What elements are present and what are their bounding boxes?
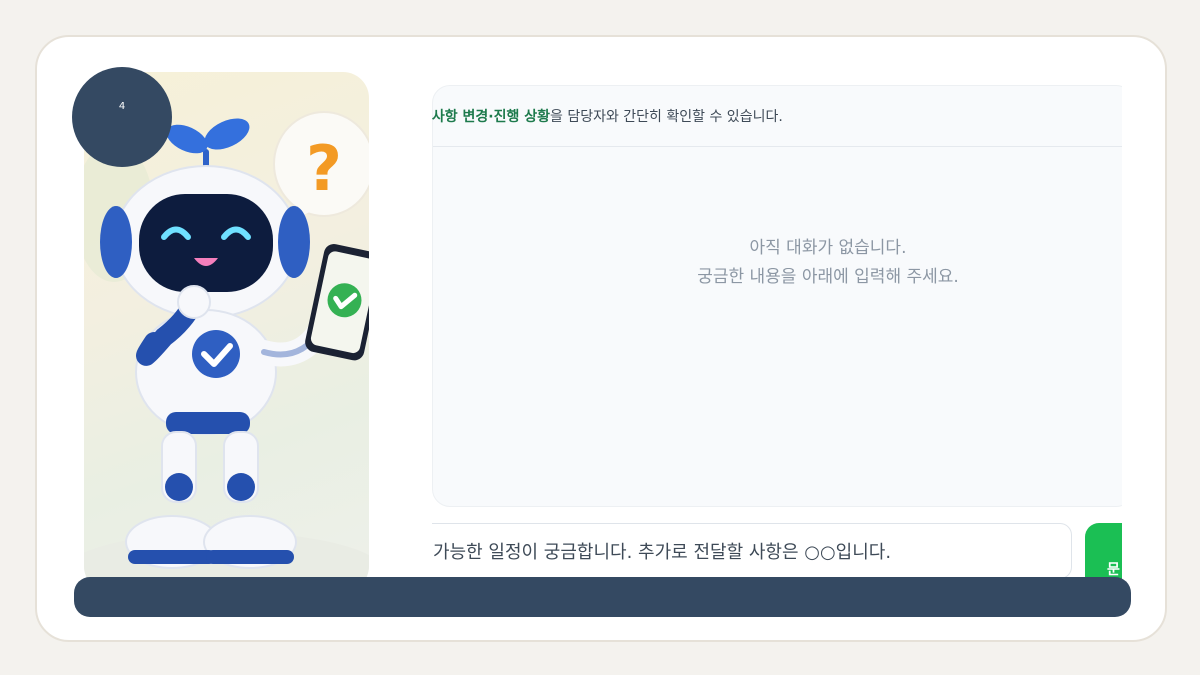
step-number-badge: 4 bbox=[72, 67, 172, 167]
message-input[interactable]: 가능한 일정이 궁금합니다. 추가로 전달할 사항은 ○○입니다. bbox=[432, 523, 1072, 579]
empty-state-line1: 아직 대화가 없습니다. bbox=[749, 238, 907, 258]
svg-text:?: ? bbox=[306, 132, 342, 205]
message-input-placeholder: 가능한 일정이 궁금합니다. 추가로 전달할 사항은 ○○입니다. bbox=[433, 542, 892, 563]
chat-area: 청사항 변경·진행 상황을 담당자와 간단히 확인할 수 있습니다. 아직 대화… bbox=[432, 85, 1122, 640]
chat-panel: 청사항 변경·진행 상황을 담당자와 간단히 확인할 수 있습니다. 아직 대화… bbox=[432, 85, 1122, 507]
bottom-bar bbox=[74, 577, 1131, 617]
empty-state-line2: 궁금한 내용을 아래에 입력해 주세요. bbox=[697, 267, 959, 287]
notice-highlight: 청사항 변경·진행 상황 bbox=[432, 109, 550, 125]
notice-text: 청사항 변경·진행 상황을 담당자와 간단히 확인할 수 있습니다. bbox=[432, 106, 783, 126]
step-number: 4 bbox=[118, 101, 126, 112]
chat-notice: 청사항 변경·진행 상황을 담당자와 간단히 확인할 수 있습니다. bbox=[432, 86, 1122, 147]
content-card: ? 4 청사항 변경·진행 상황을 담당자와 간단히 확인할 수 있습니다. 아… bbox=[35, 35, 1167, 642]
smartphone-icon bbox=[305, 244, 369, 361]
question-bubble-icon: ? bbox=[273, 111, 369, 222]
empty-state: 아직 대화가 없습니다. 궁금한 내용을 아래에 입력해 주세요. bbox=[433, 234, 1122, 292]
notice-body: 을 담당자와 간단히 확인할 수 있습니다. bbox=[550, 109, 783, 125]
send-button-label: 문 bbox=[1107, 562, 1120, 578]
